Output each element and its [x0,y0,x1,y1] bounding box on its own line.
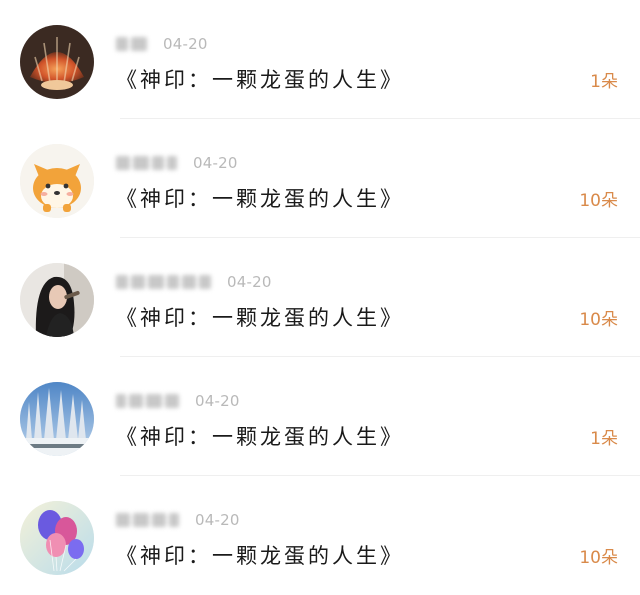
list-item[interactable]: 04-20 《神印：一颗龙蛋的人生》 1朵 [0,0,640,119]
item-date: 04-20 [195,392,240,410]
item-title: 《神印：一颗龙蛋的人生》 [116,187,404,211]
item-meta: 04-20 [116,34,208,54]
item-meta: 04-20 [116,272,272,292]
gift-count: 1朵 [590,72,618,92]
item-date: 04-20 [227,273,272,291]
gift-count: 1朵 [590,429,618,449]
list-item[interactable]: 04-20 《神印：一颗龙蛋的人生》 10朵 [0,476,640,595]
item-title: 《神印：一颗龙蛋的人生》 [116,544,404,568]
item-meta: 04-20 [116,153,238,173]
list-item[interactable]: 04-20 《神印：一颗龙蛋的人生》 10朵 [0,119,640,238]
item-date: 04-20 [163,35,208,53]
winter-trees-avatar-icon[interactable] [20,382,94,456]
girl-portrait-avatar-icon[interactable] [20,263,94,337]
gift-count: 10朵 [579,548,618,568]
list-item[interactable]: 04-20 《神印：一颗龙蛋的人生》 1朵 [0,357,640,476]
blurred-username [116,513,179,527]
item-title: 《神印：一颗龙蛋的人生》 [116,306,404,330]
blurred-username [116,394,179,408]
balloons-avatar-icon[interactable] [20,501,94,575]
gift-count: 10朵 [579,310,618,330]
shiba-dog-avatar-icon[interactable] [20,144,94,218]
gift-record-list: 04-20 《神印：一颗龙蛋的人生》 1朵 04-20 《神印：一颗龙蛋的人生》… [0,0,640,590]
list-item[interactable]: 04-20 《神印：一颗龙蛋的人生》 10朵 [0,238,640,357]
blurred-username [116,156,177,170]
item-date: 04-20 [193,154,238,172]
blurred-username [116,275,211,289]
item-title: 《神印：一颗龙蛋的人生》 [116,425,404,449]
shell-avatar-icon[interactable] [20,25,94,99]
blurred-username [116,37,147,51]
item-date: 04-20 [195,511,240,529]
gift-count: 10朵 [579,191,618,211]
item-meta: 04-20 [116,391,240,411]
item-title: 《神印：一颗龙蛋的人生》 [116,68,404,92]
item-meta: 04-20 [116,510,240,530]
